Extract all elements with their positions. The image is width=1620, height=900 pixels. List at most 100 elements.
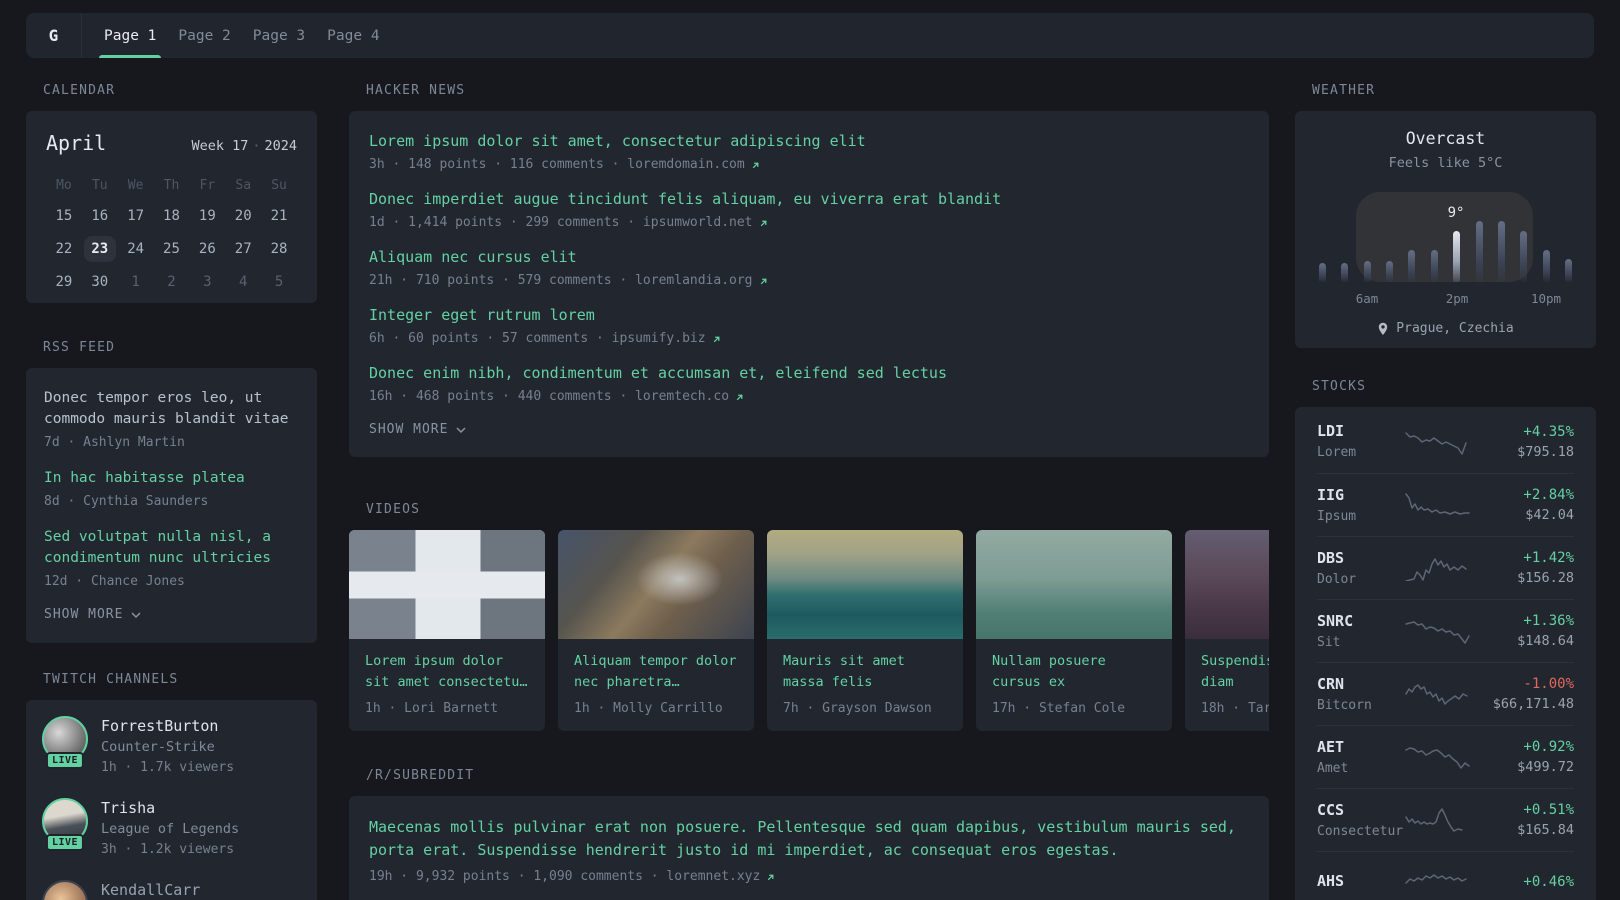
hn-item: Aliquam nec cursus elit 21h · 710 points…	[369, 247, 1249, 290]
external-link-icon[interactable]	[758, 276, 769, 287]
external-link-icon[interactable]	[765, 872, 776, 883]
channel-name[interactable]: KendallCarr	[101, 880, 200, 900]
external-link-icon[interactable]	[758, 218, 769, 229]
video-title[interactable]: Lorem ipsum dolor sit amet consectetu…	[365, 651, 529, 693]
video-title[interactable]: Aliquam tempor dolor nec pharetra…	[574, 651, 738, 693]
twitch-channel-row[interactable]: KendallCarr	[42, 880, 301, 900]
hour-label: 6am	[1355, 291, 1379, 306]
tab-page-3[interactable]: Page 3	[242, 13, 316, 58]
stock-change: +0.51%	[1523, 802, 1574, 818]
stock-ticker: CCS	[1317, 800, 1345, 819]
hn-item-title[interactable]: Lorem ipsum dolor sit amet, consectetur …	[369, 131, 1249, 151]
stock-row[interactable]: LDI Lorem +4.35% $795.18	[1317, 410, 1574, 473]
video-thumbnail[interactable]	[1185, 530, 1269, 639]
stock-sparkline	[1405, 684, 1468, 705]
video-card[interactable]: Aliquam tempor dolor nec pharetra… 1h · …	[558, 530, 754, 731]
hour-label: 10pm	[1530, 291, 1562, 306]
calendar-day: 20	[234, 208, 252, 224]
video-card[interactable]: Lorem ipsum dolor sit amet consectetu… 1…	[349, 530, 545, 731]
live-badge: LIVE	[45, 752, 85, 769]
tab-page-1[interactable]: Page 1	[93, 13, 167, 58]
external-link-icon[interactable]	[734, 392, 745, 403]
weather-bar	[1363, 261, 1371, 282]
stock-row[interactable]: AET Amet +0.92% $499.72	[1317, 725, 1574, 788]
stock-row[interactable]: IIG Ipsum +2.84% $42.04	[1317, 473, 1574, 536]
stock-name: Lorem	[1317, 445, 1357, 460]
video-thumbnail[interactable]	[976, 530, 1172, 639]
channel-meta: 1h · 1.7k viewers	[101, 760, 235, 775]
stock-row[interactable]: CRN Bitcorn -1.00% $66,171.48	[1317, 662, 1574, 725]
calendar-day-next-month: 1	[131, 274, 140, 290]
calendar-day: 15	[55, 208, 73, 224]
stock-sparkline	[1405, 874, 1467, 884]
rss-show-more-button[interactable]: SHOW MORE	[44, 607, 299, 622]
reddit-post-title[interactable]: Maecenas mollis pulvinar erat non posuer…	[369, 816, 1249, 862]
stock-sparkline	[1405, 621, 1470, 644]
stock-change: +0.92%	[1523, 739, 1574, 755]
twitch-channel-row[interactable]: LIVE Trisha League of Legends 3h · 1.2k …	[42, 798, 301, 859]
live-badge: LIVE	[45, 834, 85, 851]
stock-ticker: DBS	[1317, 548, 1345, 567]
video-card[interactable]: Mauris sit amet massa felis 7h · Grayson…	[767, 530, 963, 731]
channel-game: League of Legends	[101, 821, 240, 837]
stock-name: Bitcorn	[1317, 697, 1372, 713]
weather-bar	[1542, 250, 1550, 282]
external-link-icon[interactable]	[750, 160, 761, 171]
twitch-channel-row[interactable]: LIVE ForrestBurton Counter-Strike 1h · 1…	[42, 716, 301, 777]
tab-page-2[interactable]: Page 2	[167, 13, 241, 58]
video-title[interactable]: Nullam posuere cursus ex	[992, 651, 1156, 693]
video-thumbnail[interactable]	[558, 530, 754, 639]
video-card[interactable]: Suspendisse diam 18h · Tara	[1185, 530, 1269, 731]
stock-row[interactable]: DBS Dolor +1.42% $156.28	[1317, 536, 1574, 599]
rss-item-title[interactable]: Sed volutpat nulla nisl, a condimentum n…	[44, 527, 299, 569]
stock-sparkline	[1405, 431, 1467, 455]
rss-section-header: RSS FEED	[43, 340, 116, 355]
hn-item-title[interactable]: Integer eget rutrum lorem	[369, 305, 1249, 325]
stock-sparkline	[1405, 558, 1467, 581]
tab-page-4[interactable]: Page 4	[316, 13, 390, 58]
rss-item-title[interactable]: Donec tempor eros leo, ut commodo mauris…	[44, 388, 299, 430]
channel-name[interactable]: ForrestBurton	[101, 716, 234, 736]
calendar-day: 18	[163, 208, 180, 224]
hn-show-more-button[interactable]: SHOW MORE	[369, 422, 1249, 437]
chevron-down-icon	[456, 426, 466, 433]
calendar-day-next-month: 2	[167, 274, 176, 290]
rss-item-title[interactable]: In hac habitasse platea	[44, 468, 299, 489]
video-card[interactable]: Nullam posuere cursus ex 17h · Stefan Co…	[976, 530, 1172, 731]
rss-item-meta: 8d · Cynthia Saunders	[44, 494, 209, 509]
chevron-down-icon	[131, 611, 141, 618]
stock-sparkline	[1405, 493, 1470, 515]
hn-item-title[interactable]: Aliquam nec cursus elit	[369, 247, 1249, 267]
weekday-label: Fr	[199, 178, 216, 193]
rss-item: Sed volutpat nulla nisl, a condimentum n…	[44, 527, 299, 591]
stock-ticker: AET	[1317, 737, 1345, 756]
calendar-day-next-month: 5	[274, 274, 284, 290]
videos-section-header: VIDEOS	[366, 502, 421, 517]
hour-labels: 6am 2pm 10pm	[1319, 292, 1572, 306]
weather-hourly-chart: 9°	[1319, 192, 1572, 282]
weekday-label: Su	[271, 178, 287, 193]
video-title[interactable]: Mauris sit amet massa felis	[783, 651, 947, 693]
stock-ticker: LDI	[1317, 422, 1345, 440]
stock-row[interactable]: AHS +0.46%	[1317, 851, 1574, 900]
hn-item: Donec imperdiet augue tincidunt felis al…	[369, 189, 1249, 232]
weather-location: Prague, Czechia	[1295, 321, 1596, 336]
video-thumbnail[interactable]	[767, 530, 963, 639]
rss-widget: Donec tempor eros leo, ut commodo mauris…	[26, 368, 317, 643]
stock-ticker: IIG	[1317, 485, 1345, 504]
stock-row[interactable]: CCS Consectetur +0.51% $165.84	[1317, 788, 1574, 851]
video-title[interactable]: Suspendisse diam	[1201, 651, 1269, 693]
calendar-section-header: CALENDAR	[43, 83, 116, 98]
weekday-label: Mo	[56, 178, 72, 193]
channel-name[interactable]: Trisha	[101, 798, 239, 818]
stock-ticker: AHS	[1317, 872, 1345, 890]
weather-bar	[1475, 221, 1483, 282]
hn-item-title[interactable]: Donec imperdiet augue tincidunt felis al…	[369, 189, 1249, 209]
app-logo[interactable]: G	[26, 13, 82, 58]
stock-name: Dolor	[1317, 571, 1357, 587]
hn-item-title[interactable]: Donec enim nibh, condimentum et accumsan…	[369, 363, 1249, 383]
stock-row[interactable]: SNRC Sit +1.36% $148.64	[1317, 599, 1574, 662]
external-link-icon[interactable]	[711, 334, 722, 345]
video-thumbnail[interactable]	[349, 530, 545, 639]
calendar-day: 19	[198, 208, 216, 224]
